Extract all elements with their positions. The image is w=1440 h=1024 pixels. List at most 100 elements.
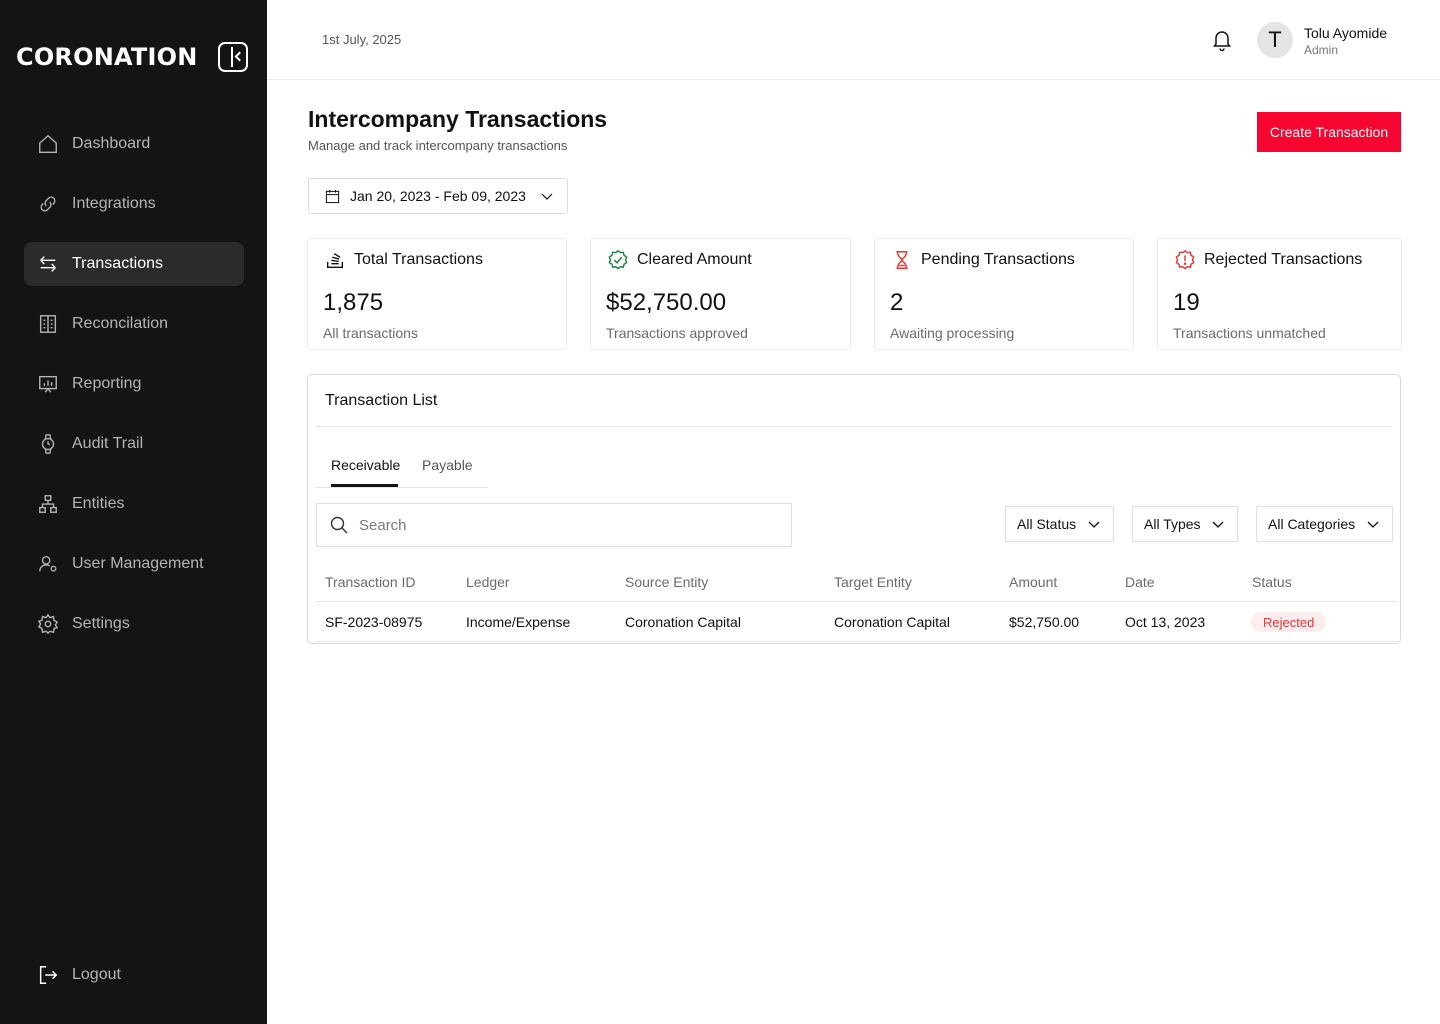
logout-icon <box>37 964 59 986</box>
sidebar-item-label: Transactions <box>72 255 163 272</box>
search-box <box>316 503 792 547</box>
stat-title: Cleared Amount <box>637 251 752 268</box>
status-badge: Rejected <box>1251 612 1327 632</box>
panel-title: Transaction List <box>325 392 438 409</box>
create-transaction-button[interactable]: Create Transaction <box>1257 112 1401 152</box>
page-title: Intercompany Transactions <box>308 106 608 132</box>
user-gear-icon <box>37 553 59 575</box>
calendar-icon <box>325 189 340 204</box>
alert-octagon-icon <box>1174 249 1196 271</box>
cell-amount: $52,750.00 <box>1009 614 1080 630</box>
column-header-source-entity[interactable]: Source Entity <box>625 574 708 590</box>
date-range-picker[interactable]: Jan 20, 2023 - Feb 09, 2023 <box>308 178 568 214</box>
sidebar-item-reporting[interactable]: Reporting <box>24 362 244 406</box>
stat-value: 1,875 <box>323 289 384 316</box>
transaction-list-panel: Transaction List Receivable Payable All … <box>307 374 1401 644</box>
gear-icon <box>37 613 59 635</box>
hierarchy-icon <box>37 493 59 515</box>
sidebar-item-label: Integrations <box>72 195 156 212</box>
bell-icon[interactable] <box>1210 28 1234 52</box>
sidebar-item-label: User Management <box>72 555 204 572</box>
chevron-down-icon <box>1366 517 1380 531</box>
brand-logo: CORONATION <box>16 43 198 71</box>
link-icon <box>37 193 59 215</box>
date-range-value: Jan 20, 2023 - Feb 09, 2023 <box>350 188 526 204</box>
stat-note: Transactions unmatched <box>1173 325 1326 341</box>
tab-receivable[interactable]: Receivable <box>331 457 400 473</box>
user-name: Tolu Ayomide <box>1304 25 1388 41</box>
sidebar-nav: Dashboard Integrations Transactions Reco… <box>24 122 244 662</box>
stat-value: 2 <box>890 289 904 316</box>
stat-note: All transactions <box>323 325 418 341</box>
list-tabs: Receivable Payable <box>316 448 488 488</box>
sidebar-item-audit-trail[interactable]: Audit Trail <box>24 422 244 466</box>
chevron-down-icon <box>1087 517 1101 531</box>
avatar[interactable]: T <box>1257 22 1293 58</box>
dropdown-value: All Status <box>1017 516 1077 532</box>
sidebar-item-label: Entities <box>72 495 125 512</box>
search-icon <box>329 515 349 535</box>
cell-transaction-id: SF-2023-08975 <box>325 614 423 630</box>
ledger-icon <box>37 313 59 335</box>
cell-source-entity: Coronation Capital <box>625 614 741 630</box>
presentation-chart-icon <box>37 373 59 395</box>
tab-payable[interactable]: Payable <box>422 457 473 473</box>
sidebar-item-reconcilation[interactable]: Reconcilation <box>24 302 244 346</box>
stat-title: Total Transactions <box>354 251 483 268</box>
stat-title: Rejected Transactions <box>1204 251 1363 268</box>
arrows-swap-icon <box>37 253 59 275</box>
search-input[interactable] <box>359 516 779 534</box>
column-header-date[interactable]: Date <box>1125 574 1155 590</box>
brand: CORONATION <box>16 40 248 74</box>
stat-note: Transactions approved <box>606 325 748 341</box>
sidebar-item-user-management[interactable]: User Management <box>24 542 244 586</box>
sidebar-item-label: Reconcilation <box>72 315 169 332</box>
sidebar-item-label: Audit Trail <box>72 435 144 452</box>
chevron-down-icon <box>1211 517 1225 531</box>
stat-value: 19 <box>1173 289 1200 316</box>
sidebar-item-settings[interactable]: Settings <box>24 602 244 646</box>
cell-target-entity: Coronation Capital <box>834 614 950 630</box>
sidebar-item-label: Dashboard <box>72 135 151 152</box>
sidebar: CORONATION Dashboard Integrations Transa… <box>0 0 267 1024</box>
column-header-amount[interactable]: Amount <box>1009 574 1057 590</box>
sidebar-item-transactions[interactable]: Transactions <box>24 242 244 286</box>
sidebar-item-integrations[interactable]: Integrations <box>24 182 244 226</box>
user-role: Admin <box>1304 43 1339 57</box>
divider <box>316 426 1392 427</box>
filter-categories-dropdown[interactable]: All Categories <box>1256 506 1393 542</box>
sidebar-item-entities[interactable]: Entities <box>24 482 244 526</box>
column-header-transaction-id[interactable]: Transaction ID <box>325 574 416 590</box>
chevron-down-icon <box>540 189 554 203</box>
dropdown-value: All Types <box>1144 516 1201 532</box>
sidebar-item-dashboard[interactable]: Dashboard <box>24 122 244 166</box>
logout-label: Logout <box>72 966 121 983</box>
logout-button[interactable]: Logout <box>37 964 121 986</box>
column-header-ledger[interactable]: Ledger <box>466 574 510 590</box>
watch-icon <box>37 433 59 455</box>
sidebar-item-label: Settings <box>72 615 130 632</box>
top-bar: 1st July, 2025 T Tolu Ayomide Admin <box>267 0 1440 80</box>
hourglass-icon <box>891 249 913 271</box>
column-header-status[interactable]: Status <box>1252 574 1292 590</box>
page-subtitle: Manage and track intercompany transactio… <box>308 138 568 153</box>
sidebar-item-label: Reporting <box>72 375 142 392</box>
stat-card-cleared: Cleared Amount $52,750.00 Transactions a… <box>590 238 851 350</box>
stat-card-rejected: Rejected Transactions 19 Transactions un… <box>1157 238 1402 350</box>
stat-card-total: Total Transactions 1,875 All transaction… <box>307 238 567 350</box>
column-header-target-entity[interactable]: Target Entity <box>834 574 912 590</box>
sidebar-collapse-icon[interactable] <box>218 42 248 72</box>
dropdown-value: All Categories <box>1268 516 1356 532</box>
active-tab-indicator <box>331 484 398 487</box>
stat-value: $52,750.00 <box>606 289 727 316</box>
stat-title: Pending Transactions <box>921 251 1075 268</box>
filter-types-dropdown[interactable]: All Types <box>1132 506 1238 542</box>
verified-badge-icon <box>607 249 629 271</box>
filter-status-dropdown[interactable]: All Status <box>1005 506 1114 542</box>
stat-note: Awaiting processing <box>890 325 1015 341</box>
home-icon <box>37 133 59 155</box>
stack-icon <box>324 249 346 271</box>
divider <box>316 601 1398 602</box>
cell-date: Oct 13, 2023 <box>1125 614 1206 630</box>
current-date: 1st July, 2025 <box>322 32 402 47</box>
